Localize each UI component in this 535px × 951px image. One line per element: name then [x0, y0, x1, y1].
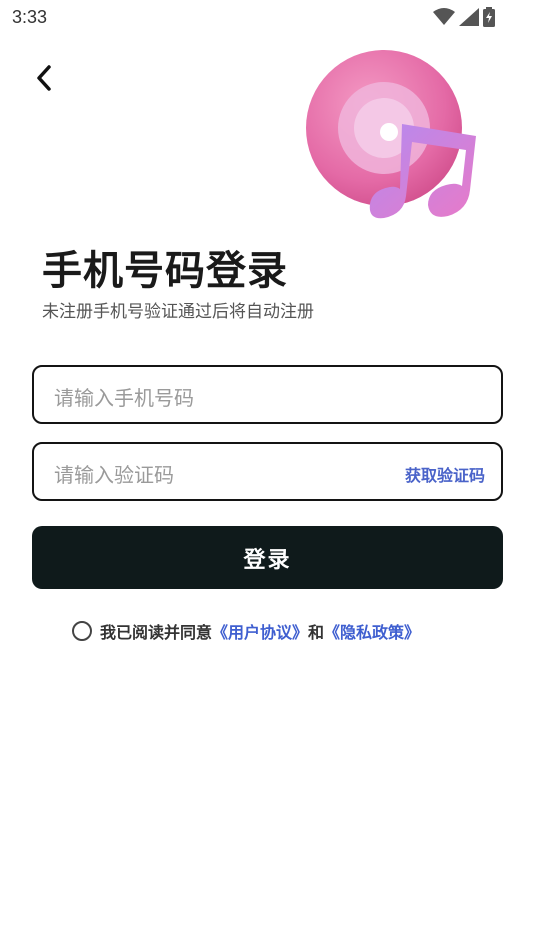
page-title: 手机号码登录	[42, 248, 288, 294]
hero-illustration	[0, 40, 535, 230]
wifi-icon	[433, 8, 455, 25]
login-button[interactable]: 登录	[32, 526, 503, 589]
agreement-conjunction: 和	[308, 623, 325, 642]
agreement-prefix: 我已阅读并同意	[100, 623, 213, 642]
get-code-button[interactable]: 获取验证码	[405, 462, 485, 486]
status-time: 3:33	[12, 7, 48, 27]
agreement-row: 我已阅读并同意 《用户协议》 和 《隐私政策》	[72, 619, 420, 643]
music-illustration	[133, 50, 531, 219]
phone-field	[32, 365, 503, 424]
agree-radio[interactable]	[72, 621, 92, 641]
status-icons	[433, 7, 495, 27]
battery-icon	[483, 7, 495, 27]
privacy-policy-link[interactable]: 《隐私政策》	[324, 619, 420, 643]
phone-input[interactable]	[54, 381, 354, 415]
page-subtitle: 未注册手机号验证通过后将自动注册	[42, 302, 314, 322]
user-agreement-link[interactable]: 《用户协议》	[212, 619, 308, 643]
code-field: 获取验证码	[32, 442, 503, 501]
status-bar: 3:33	[0, 0, 535, 36]
signal-icon	[459, 8, 479, 26]
verification-code-input[interactable]	[54, 458, 354, 492]
